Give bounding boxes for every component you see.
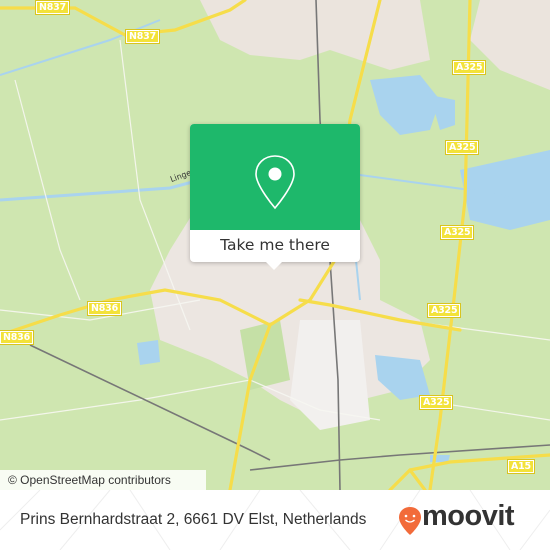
road-shield-a325: A325 [444,140,480,155]
popup-pointer [266,262,282,270]
road-shield-a325: A325 [439,225,475,240]
road-shield-a325: A325 [426,303,462,318]
road-shield-n837: N837 [125,29,160,44]
urban-area-north [200,0,430,70]
road-shield-a325: A325 [418,395,454,410]
lake-north [370,75,440,135]
road-shield-a325: A325 [451,60,487,75]
moovit-wordmark: moovit [422,500,515,532]
take-me-there-button[interactable]: Take me there [190,230,360,262]
moovit-pin-icon [399,507,421,535]
address-text: Prins Bernhardstraat 2, 6661 DV Elst, Ne… [20,511,367,528]
map-attribution[interactable]: © OpenStreetMap contributors [0,470,206,490]
industrial-area [290,320,370,430]
pond-west [137,340,160,365]
footer: Prins Bernhardstraat 2, 6661 DV Elst, Ne… [0,490,550,550]
destination-popup: Take me there [190,124,360,262]
map-pin-icon [255,155,295,210]
canal-linge [0,178,201,202]
road-shield-a15: A15 [507,459,535,474]
urban-area-east [470,0,550,90]
popup-header [190,124,360,230]
road-shield-n836: N836 [87,301,122,316]
road-shield-n836: N836 [0,330,34,345]
road-shield-n837: N837 [35,0,70,15]
